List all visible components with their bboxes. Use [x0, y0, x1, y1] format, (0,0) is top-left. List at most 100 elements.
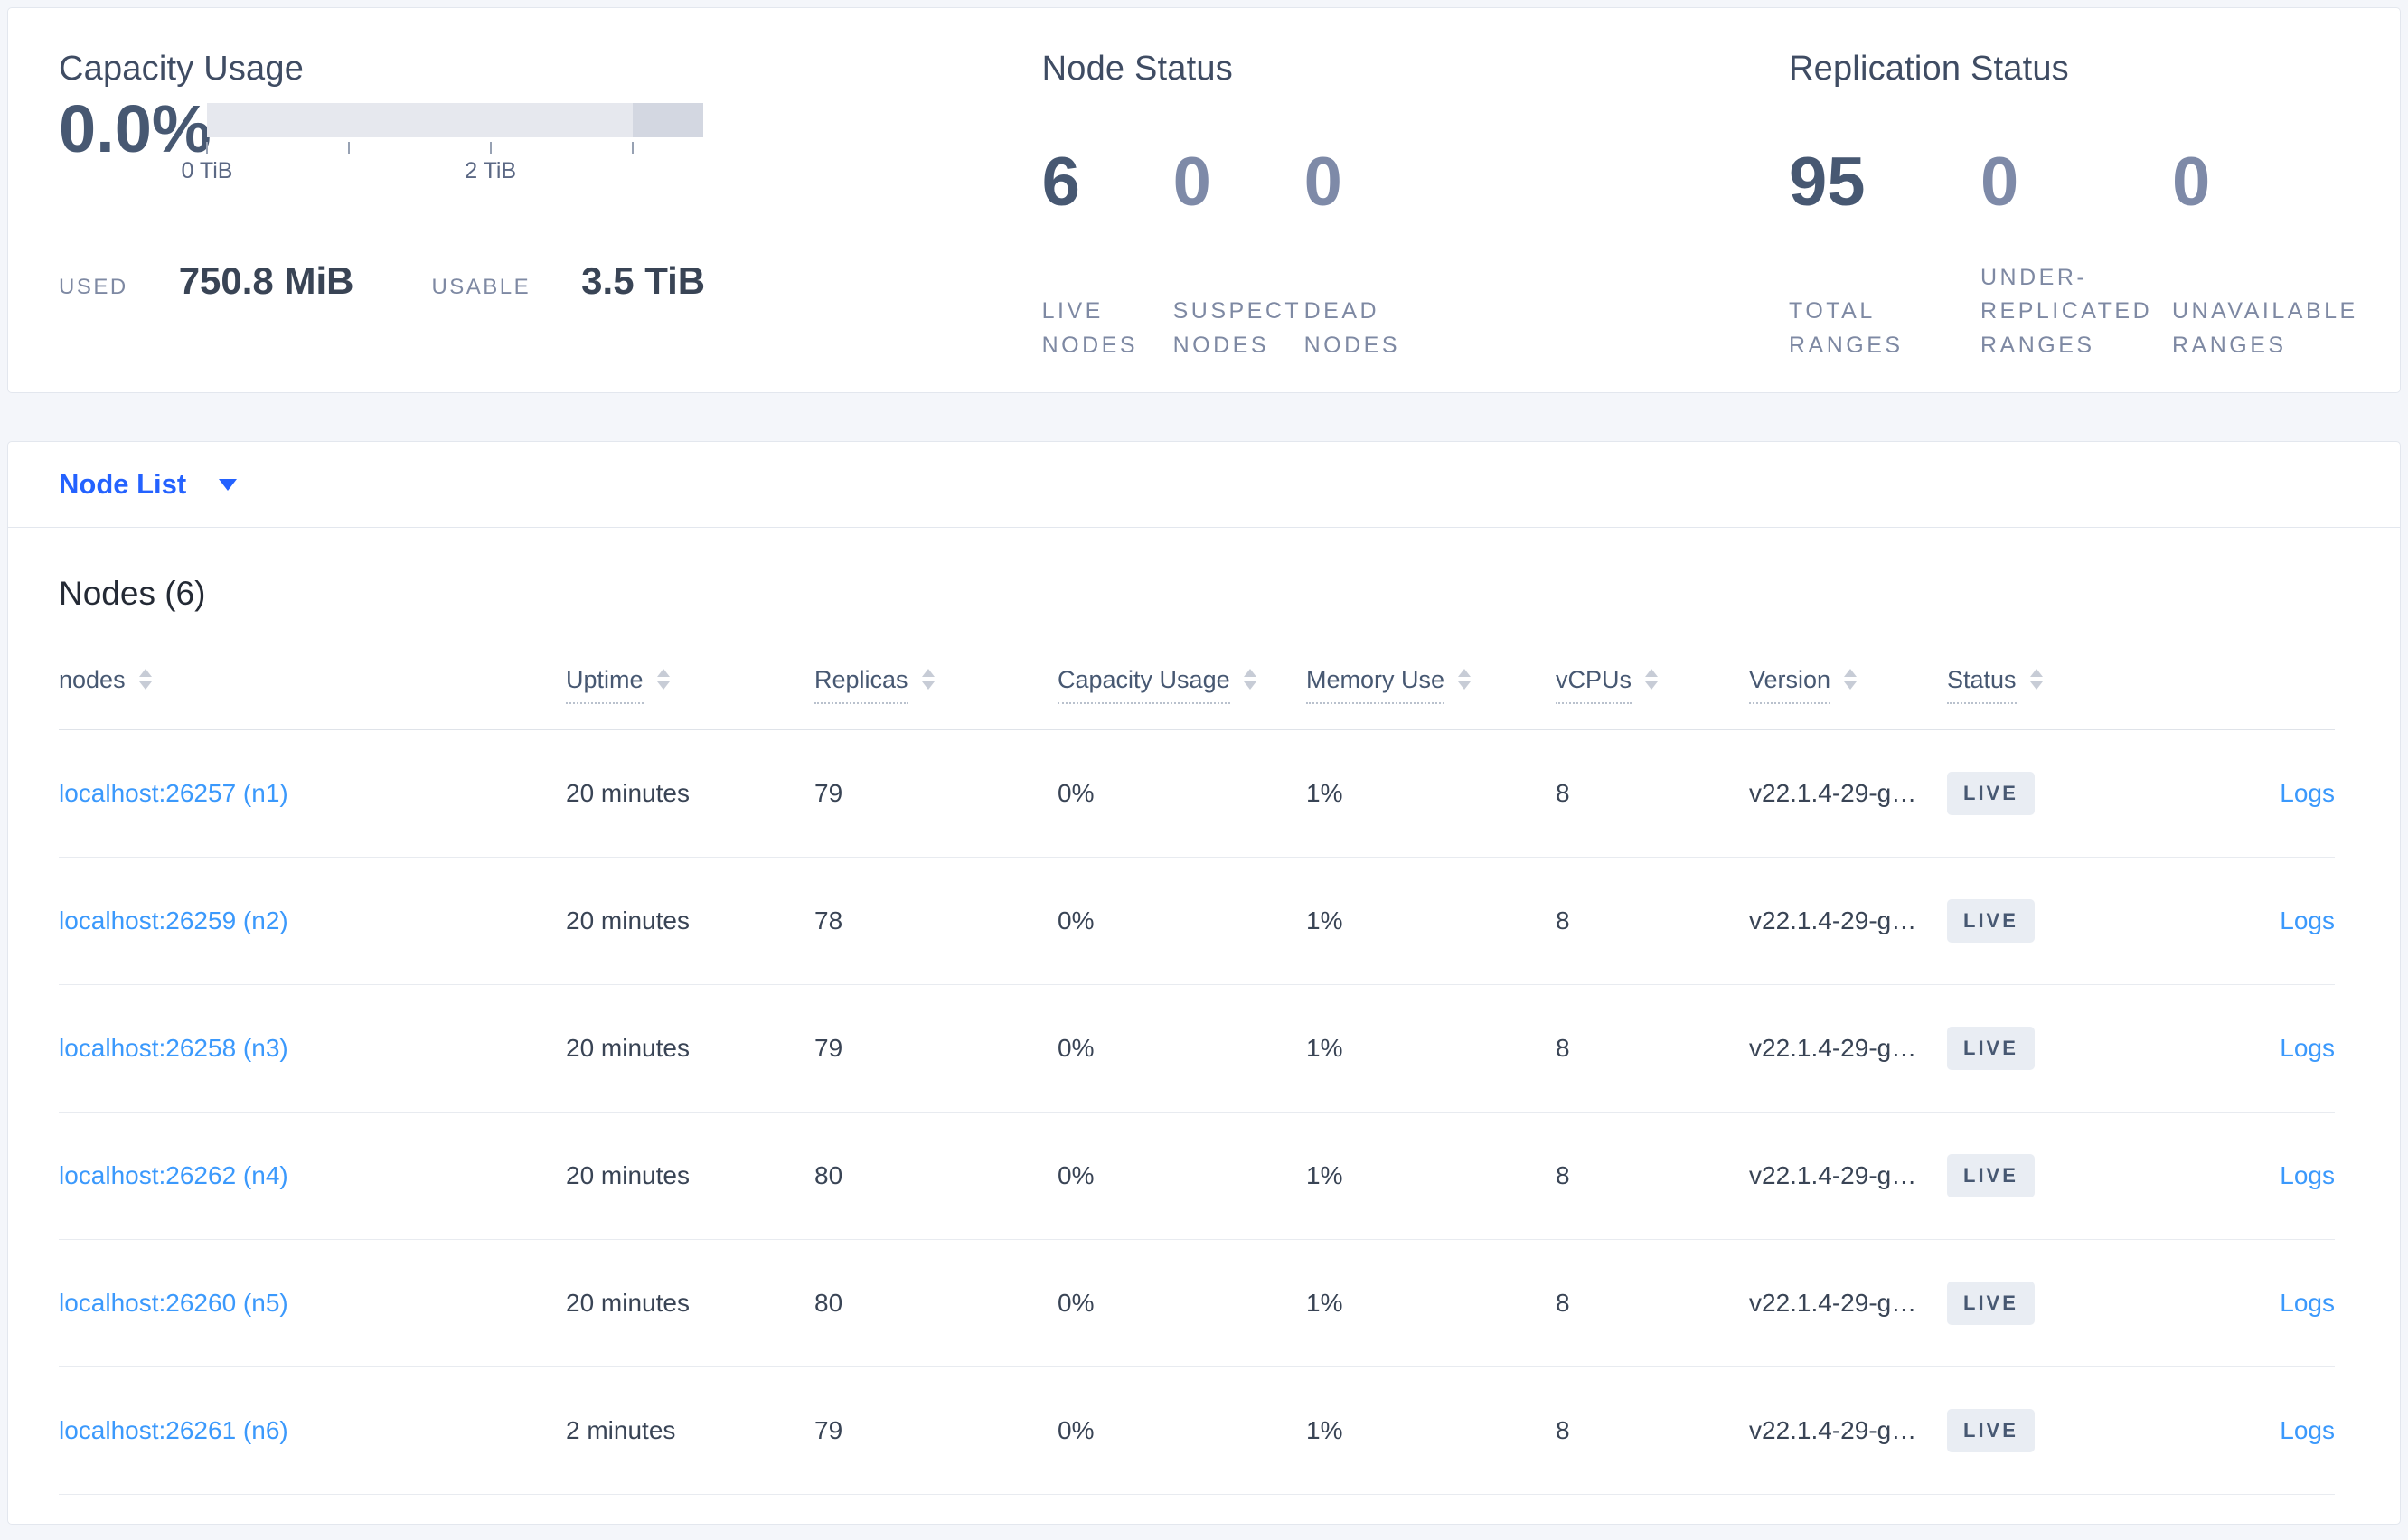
sort-icon	[1645, 669, 1659, 690]
cell-value-vcpus: 8	[1556, 906, 1570, 934]
table-cell-uptime: 20 minutes	[566, 1034, 814, 1063]
column-header-vcpus[interactable]: vCPUs	[1556, 653, 1749, 705]
sort-asc-arrow	[2029, 669, 2043, 677]
sort-icon	[2029, 669, 2043, 690]
cluster-summary-card: Capacity Usage 0.0% 0 TiB 2 TiB USED 750.…	[7, 7, 2401, 393]
stat-suspect-nodes: 0 SUSPECT NODES	[1173, 148, 1304, 362]
capacity-used-percent: 0.0%	[59, 91, 212, 166]
sort-desc-arrow	[1844, 681, 1858, 690]
cell-value-replicas: 79	[814, 1034, 843, 1062]
cell-value-vcpus: 8	[1556, 1034, 1570, 1062]
table-cell-version: v22.1.4-29-g…	[1749, 1289, 1947, 1318]
status-badge: LIVE	[1947, 772, 2035, 815]
table-row: localhost:26257 (n1) 20 minutes 79 0% 1% 8 v22…	[59, 730, 2335, 858]
cell-value-replicas: 78	[814, 906, 843, 934]
table-cell-memory_use: 1%	[1306, 1416, 1556, 1445]
table-cell-vcpus: 8	[1556, 1289, 1749, 1318]
axis-tick	[206, 142, 208, 154]
cell-value-capacity_usage: 0%	[1058, 779, 1095, 807]
status-badge: LIVE	[1947, 1154, 2035, 1197]
table-cell-vcpus: 8	[1556, 906, 1749, 935]
under-replicated-ranges-value: 0	[1980, 144, 2019, 221]
logs-link[interactable]: Logs	[2280, 906, 2335, 934]
stat-live-nodes: 6 LIVE NODES	[1042, 148, 1173, 362]
cell-value-replicas: 80	[814, 1289, 843, 1317]
table-header-row: nodes Uptime Replicas Capacity Usage Memory …	[59, 653, 2335, 730]
axis-tick	[631, 142, 634, 154]
node-link[interactable]: localhost:26259 (n2)	[59, 906, 288, 934]
column-header-memory_use[interactable]: Memory Use	[1306, 653, 1556, 705]
status-badge: LIVE	[1947, 899, 2035, 943]
cell-value-vcpus: 8	[1556, 1289, 1570, 1317]
axis-tick-label: 0 TiB	[181, 158, 233, 183]
column-header-capacity_usage[interactable]: Capacity Usage	[1058, 653, 1306, 705]
dead-nodes-value: 0	[1303, 144, 1342, 221]
live-nodes-label: LIVE NODES	[1041, 298, 1138, 358]
sort-icon	[138, 669, 152, 690]
cell-value-uptime: 2 minutes	[566, 1416, 676, 1444]
table-cell-replicas: 79	[814, 779, 1058, 808]
cell-value-version: v22.1.4-29-g…	[1749, 1289, 1917, 1317]
used-label: USED	[59, 275, 128, 299]
table-row: localhost:26258 (n3) 20 minutes 79 0% 1% 8 v22…	[59, 985, 2335, 1113]
table-row: localhost:26261 (n6) 2 minutes 79 0% 1% 8 v22.…	[59, 1367, 2335, 1495]
table-cell-capacity_usage: 0%	[1058, 906, 1306, 935]
column-header-status[interactable]: Status	[1947, 653, 2178, 705]
table-row: localhost:26262 (n4) 20 minutes 80 0% 1% 8 v22…	[59, 1113, 2335, 1240]
table-cell-uptime: 20 minutes	[566, 906, 814, 935]
cell-value-capacity_usage: 0%	[1058, 1289, 1095, 1317]
sort-asc-arrow	[921, 669, 935, 677]
suspect-nodes-value: 0	[1172, 144, 1211, 221]
table-row: localhost:26259 (n2) 20 minutes 78 0% 1% 8 v22…	[59, 858, 2335, 985]
node-link[interactable]: localhost:26260 (n5)	[59, 1289, 288, 1317]
table-cell-address: localhost:26259 (n2)	[59, 906, 566, 935]
logs-link[interactable]: Logs	[2280, 1161, 2335, 1189]
table-cell-uptime: 20 minutes	[566, 1289, 814, 1318]
axis-tick-label: 2 TiB	[465, 158, 517, 183]
sort-icon	[656, 669, 670, 690]
column-header-uptime[interactable]: Uptime	[566, 653, 814, 705]
table-cell-version: v22.1.4-29-g…	[1749, 1161, 1947, 1190]
node-link[interactable]: localhost:26261 (n6)	[59, 1416, 288, 1444]
column-header-replicas[interactable]: Replicas	[814, 653, 1058, 705]
cell-value-memory_use: 1%	[1306, 779, 1343, 807]
capacity-used-usable-row: USED 750.8 MiB USABLE 3.5 TiB	[59, 259, 1042, 303]
column-header-label: nodes	[59, 666, 126, 693]
sort-desc-arrow	[138, 681, 152, 690]
table-cell-status: LIVE	[1947, 772, 2178, 815]
cell-value-version: v22.1.4-29-g…	[1749, 1416, 1917, 1444]
column-header-address[interactable]: nodes	[59, 653, 566, 702]
sort-icon	[1844, 669, 1858, 690]
cell-value-vcpus: 8	[1556, 779, 1570, 807]
capacity-usage-body: 0.0% 0 TiB 2 TiB USED 750.8 MiB USABLE 3.…	[59, 89, 1042, 303]
total-ranges-label: TOTAL RANGES	[1789, 298, 1904, 358]
dead-nodes-label: DEAD NODES	[1303, 298, 1400, 358]
node-link[interactable]: localhost:26258 (n3)	[59, 1034, 288, 1062]
cell-value-capacity_usage: 0%	[1058, 1161, 1095, 1189]
logs-link[interactable]: Logs	[2280, 779, 2335, 807]
logs-link[interactable]: Logs	[2280, 1034, 2335, 1062]
nodes-section-title: Nodes (6)	[59, 575, 206, 612]
table-cell-logs: Logs	[2178, 1289, 2335, 1318]
live-nodes-value: 6	[1041, 144, 1080, 221]
sort-desc-arrow	[1243, 681, 1256, 690]
cell-value-version: v22.1.4-29-g…	[1749, 1161, 1917, 1189]
cell-value-uptime: 20 minutes	[566, 1034, 690, 1062]
node-link[interactable]: localhost:26262 (n4)	[59, 1161, 288, 1189]
nodes-table-body: localhost:26257 (n1) 20 minutes 79 0% 1% 8 v22…	[59, 730, 2335, 1495]
table-cell-version: v22.1.4-29-g…	[1749, 1034, 1947, 1063]
view-selector-dropdown[interactable]: Node List	[59, 468, 238, 501]
column-header-label: Status	[1947, 665, 2017, 705]
table-cell-memory_use: 1%	[1306, 1289, 1556, 1318]
node-list-card: Node List Nodes (6) nodes Uptime Replicas C…	[7, 441, 2401, 1525]
logs-link[interactable]: Logs	[2280, 1289, 2335, 1317]
cell-value-memory_use: 1%	[1306, 1289, 1343, 1317]
cell-value-replicas: 80	[814, 1161, 843, 1189]
node-link[interactable]: localhost:26257 (n1)	[59, 779, 288, 807]
capacity-bar	[207, 103, 703, 137]
column-header-label: Capacity Usage	[1058, 665, 1230, 705]
table-cell-uptime: 20 minutes	[566, 779, 814, 808]
column-header-version[interactable]: Version	[1749, 653, 1947, 705]
logs-link[interactable]: Logs	[2280, 1416, 2335, 1444]
sort-icon	[921, 669, 935, 690]
